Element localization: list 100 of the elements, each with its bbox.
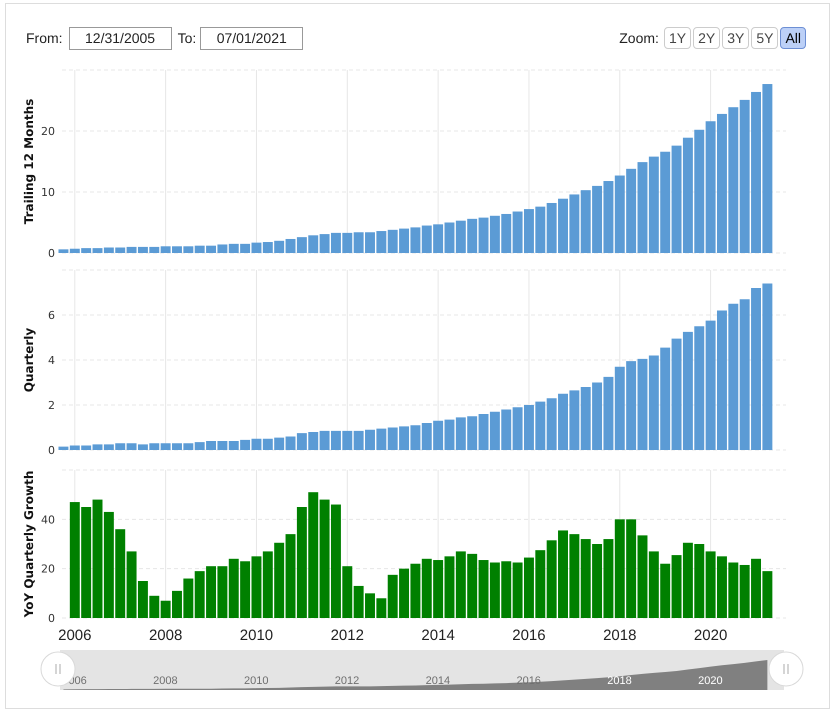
bar: [501, 410, 512, 450]
bar: [399, 228, 410, 253]
bar: [262, 438, 273, 450]
y-tick-label: 0: [48, 612, 55, 625]
from-label: From:: [26, 28, 63, 48]
to-label: To:: [178, 28, 196, 48]
bar: [706, 551, 716, 618]
bar: [728, 562, 738, 618]
bar: [456, 220, 466, 253]
navigator-year-label: 2020: [698, 675, 723, 687]
y-tick-label: 20: [41, 125, 55, 138]
bar: [592, 186, 602, 253]
bar: [330, 430, 341, 450]
y-axis-title: Trailing 12 Months: [22, 98, 36, 224]
bar: [490, 412, 500, 450]
bar: [467, 218, 478, 253]
bar: [751, 558, 761, 618]
bar: [262, 242, 273, 253]
zoom-label: Zoom:: [619, 28, 659, 48]
bar: [433, 560, 444, 618]
y-tick-label: 20: [41, 562, 55, 576]
bar: [444, 222, 454, 253]
bar: [228, 441, 239, 450]
navigator-year-label: 2014: [426, 675, 450, 687]
bar: [524, 405, 534, 450]
bar: [490, 216, 500, 253]
bar: [217, 566, 228, 618]
bar: [580, 190, 591, 253]
bar: [467, 554, 478, 618]
bar: [569, 194, 580, 253]
bar: [501, 561, 512, 618]
bar: [262, 551, 273, 618]
x-tick-label: 2016: [512, 627, 546, 644]
bar: [433, 420, 444, 450]
bar: [240, 561, 250, 618]
bar: [569, 390, 580, 450]
bar: [320, 430, 330, 450]
bar: [592, 382, 602, 450]
x-tick-label: 2018: [603, 627, 636, 644]
from-date-field[interactable]: 12/31/2005: [68, 26, 172, 50]
bar: [410, 564, 420, 618]
bar: [274, 240, 284, 253]
bar: [603, 181, 614, 253]
zoom-button[interactable]: 5Y: [751, 27, 778, 49]
bar: [558, 394, 568, 450]
bar: [217, 244, 228, 253]
bar: [512, 562, 523, 618]
bar: [376, 231, 386, 253]
range-handle[interactable]: [768, 652, 804, 686]
bar: [512, 407, 523, 450]
y-tick-label: 6: [48, 309, 55, 322]
bar: [342, 232, 352, 253]
bar: [444, 556, 454, 618]
zoom-button[interactable]: 3Y: [722, 27, 750, 49]
y-axis-title: Quarterly: [22, 328, 36, 392]
bar: [354, 430, 364, 450]
bar: [388, 230, 398, 253]
bar: [648, 551, 659, 618]
bar: [399, 426, 410, 450]
bar: [422, 558, 432, 618]
bar: [660, 564, 670, 618]
bar: [433, 224, 444, 253]
bar: [478, 218, 489, 253]
zoom-button[interactable]: All: [780, 27, 806, 49]
bar: [251, 556, 262, 618]
bar: [558, 198, 568, 253]
bar: [286, 436, 296, 450]
bar: [501, 214, 512, 253]
y-tick-label: 10: [41, 186, 55, 199]
y-axis-title: YoY Quarterly Growth: [22, 470, 36, 618]
bar: [206, 441, 216, 450]
bar: [399, 568, 410, 618]
bar: [524, 558, 534, 618]
bar: [456, 417, 466, 450]
x-tick-label: 2010: [240, 627, 274, 644]
bar: [478, 560, 489, 618]
bar: [296, 237, 307, 253]
bar: [478, 414, 489, 450]
y-tick-label: 0: [48, 444, 55, 457]
bar: [546, 202, 557, 253]
bar: [365, 232, 375, 253]
bar: [580, 387, 591, 450]
bar: [467, 416, 478, 450]
navigator-year-label: 2018: [607, 675, 632, 687]
bar: [308, 432, 318, 450]
zoom-button[interactable]: 2Y: [693, 27, 720, 49]
bar: [376, 428, 386, 450]
bar: [330, 232, 341, 253]
zoom-button[interactable]: 1Y: [664, 27, 692, 49]
bar: [546, 398, 557, 450]
bar: [308, 235, 318, 253]
bar: [490, 562, 500, 618]
bar: [365, 430, 375, 450]
bar: [342, 430, 352, 450]
bar: [762, 571, 772, 618]
navigator-year-label: 2008: [153, 675, 178, 687]
to-date-field[interactable]: 07/01/2021: [200, 26, 304, 50]
bar: [240, 244, 250, 253]
x-tick-label: 2012: [330, 627, 364, 644]
bar: [286, 238, 296, 253]
